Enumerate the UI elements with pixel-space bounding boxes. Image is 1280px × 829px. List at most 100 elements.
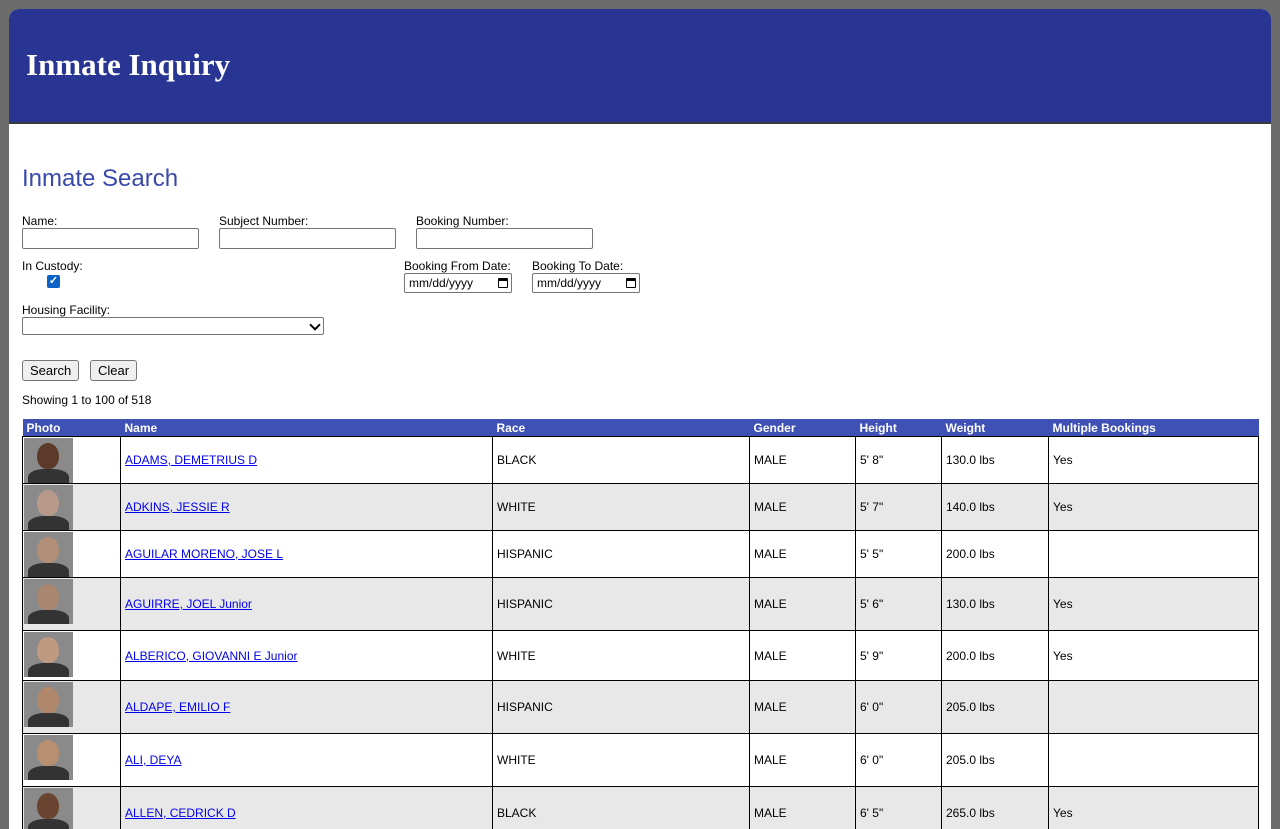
multiple-bookings-cell: Yes xyxy=(1049,578,1259,631)
results-table: Photo Name Race Gender Height Weight Mul… xyxy=(22,419,1259,829)
weight-cell: 200.0 lbs xyxy=(942,631,1049,681)
weight-cell: 265.0 lbs xyxy=(942,787,1049,829)
housing-facility-select[interactable] xyxy=(22,317,324,335)
booking-from-date-input[interactable]: mm/dd/yyyy xyxy=(404,273,512,293)
inmate-name-link[interactable]: ALI, DEYA xyxy=(125,753,181,767)
height-cell: 5' 8" xyxy=(856,437,942,484)
name-cell: ALDAPE, EMILIO F xyxy=(121,681,493,734)
photo-cell xyxy=(23,578,121,631)
inmate-name-link[interactable]: ALDAPE, EMILIO F xyxy=(125,700,230,714)
height-cell: 5' 5" xyxy=(856,531,942,578)
mugshot-body xyxy=(28,766,69,780)
multiple-bookings-cell: Yes xyxy=(1049,437,1259,484)
table-row: ALDAPE, EMILIO F HISPANICMALE6' 0"205.0 l… xyxy=(23,681,1259,734)
mugshot-image xyxy=(24,682,73,727)
inmate-name-link[interactable]: ALBERICO, GIOVANNI E Junior xyxy=(125,649,298,663)
gender-cell: MALE xyxy=(750,531,856,578)
subject-number-input[interactable] xyxy=(219,228,396,249)
weight-cell: 140.0 lbs xyxy=(942,484,1049,531)
column-header-gender: Gender xyxy=(750,419,856,437)
height-cell: 5' 6" xyxy=(856,578,942,631)
race-cell: HISPANIC xyxy=(493,681,750,734)
race-cell: BLACK xyxy=(493,437,750,484)
section-title: Inmate Search xyxy=(22,164,178,194)
subject-number-label: Subject Number: xyxy=(219,214,308,228)
column-header-weight: Weight xyxy=(942,419,1049,437)
booking-from-placeholder: mm/dd/yyyy xyxy=(409,276,473,290)
mugshot-body xyxy=(28,469,69,483)
column-header-photo: Photo xyxy=(23,419,121,437)
booking-to-date-input[interactable]: mm/dd/yyyy xyxy=(532,273,640,293)
gender-cell: MALE xyxy=(750,578,856,631)
search-button[interactable]: Search xyxy=(22,360,79,381)
checkmark-icon: ✓ xyxy=(49,275,58,288)
calendar-icon[interactable] xyxy=(498,278,508,288)
mugshot-image xyxy=(24,632,73,677)
booking-to-placeholder: mm/dd/yyyy xyxy=(537,276,601,290)
column-header-name: Name xyxy=(121,419,493,437)
mugshot-body xyxy=(28,819,69,829)
name-cell: ADAMS, DEMETRIUS D xyxy=(121,437,493,484)
mugshot-body xyxy=(28,713,69,727)
gender-cell: MALE xyxy=(750,734,856,787)
race-cell: WHITE xyxy=(493,484,750,531)
gender-cell: MALE xyxy=(750,437,856,484)
page-frame: Inmate Inquiry Inmate Search Name: Subje… xyxy=(9,9,1271,829)
mugshot-face xyxy=(37,537,59,563)
header-banner: Inmate Inquiry xyxy=(9,9,1271,124)
inmate-name-link[interactable]: ADAMS, DEMETRIUS D xyxy=(125,453,257,467)
inmate-name-link[interactable]: AGUIRRE, JOEL Junior xyxy=(125,597,252,611)
in-custody-checkbox[interactable]: ✓ xyxy=(47,275,60,288)
weight-cell: 205.0 lbs xyxy=(942,734,1049,787)
mugshot-face xyxy=(37,740,59,766)
race-cell: WHITE xyxy=(493,734,750,787)
name-cell: ADKINS, JESSIE R xyxy=(121,484,493,531)
clear-button[interactable]: Clear xyxy=(90,360,137,381)
photo-cell xyxy=(23,787,121,829)
weight-cell: 205.0 lbs xyxy=(942,681,1049,734)
inmate-name-link[interactable]: AGUILAR MORENO, JOSE L xyxy=(125,547,283,561)
booking-from-label: Booking From Date: xyxy=(404,259,511,273)
housing-facility-label: Housing Facility: xyxy=(22,303,110,317)
gender-cell: MALE xyxy=(750,484,856,531)
gender-cell: MALE xyxy=(750,681,856,734)
race-cell: WHITE xyxy=(493,631,750,681)
mugshot-face xyxy=(37,443,59,469)
table-row: ALBERICO, GIOVANNI E JuniorWHITEMALE5' 9… xyxy=(23,631,1259,681)
mugshot-image xyxy=(24,788,73,829)
mugshot-face xyxy=(37,687,59,713)
results-count: Showing 1 to 100 of 518 xyxy=(22,393,151,407)
booking-number-input[interactable] xyxy=(416,228,593,249)
inmate-name-link[interactable]: ADKINS, JESSIE R xyxy=(125,500,230,514)
mugshot-face xyxy=(37,490,59,516)
weight-cell: 200.0 lbs xyxy=(942,531,1049,578)
mugshot-body xyxy=(28,516,69,530)
multiple-bookings-cell: Yes xyxy=(1049,787,1259,829)
gender-cell: MALE xyxy=(750,787,856,829)
multiple-bookings-cell xyxy=(1049,531,1259,578)
photo-cell xyxy=(23,484,121,531)
name-cell: ALI, DEYA xyxy=(121,734,493,787)
mugshot-image xyxy=(24,485,73,530)
calendar-icon[interactable] xyxy=(626,278,636,288)
name-cell: AGUIRRE, JOEL Junior xyxy=(121,578,493,631)
app-title: Inmate Inquiry xyxy=(26,47,230,83)
chevron-down-icon xyxy=(309,319,320,330)
table-row: ALLEN, CEDRICK D BLACKMALE6' 5"265.0 lbsY… xyxy=(23,787,1259,829)
height-cell: 6' 5" xyxy=(856,787,942,829)
mugshot-image xyxy=(24,579,73,624)
inmate-name-link[interactable]: ALLEN, CEDRICK D xyxy=(125,806,236,820)
height-cell: 6' 0" xyxy=(856,734,942,787)
mugshot-body xyxy=(28,563,69,577)
race-cell: HISPANIC xyxy=(493,578,750,631)
race-cell: BLACK xyxy=(493,787,750,829)
multiple-bookings-cell: Yes xyxy=(1049,484,1259,531)
gender-cell: MALE xyxy=(750,631,856,681)
photo-cell xyxy=(23,734,121,787)
table-row: ALI, DEYA WHITEMALE6' 0"205.0 lbs xyxy=(23,734,1259,787)
booking-to-label: Booking To Date: xyxy=(532,259,623,273)
height-cell: 6' 0" xyxy=(856,681,942,734)
weight-cell: 130.0 lbs xyxy=(942,437,1049,484)
name-input[interactable] xyxy=(22,228,199,249)
photo-cell xyxy=(23,437,121,484)
